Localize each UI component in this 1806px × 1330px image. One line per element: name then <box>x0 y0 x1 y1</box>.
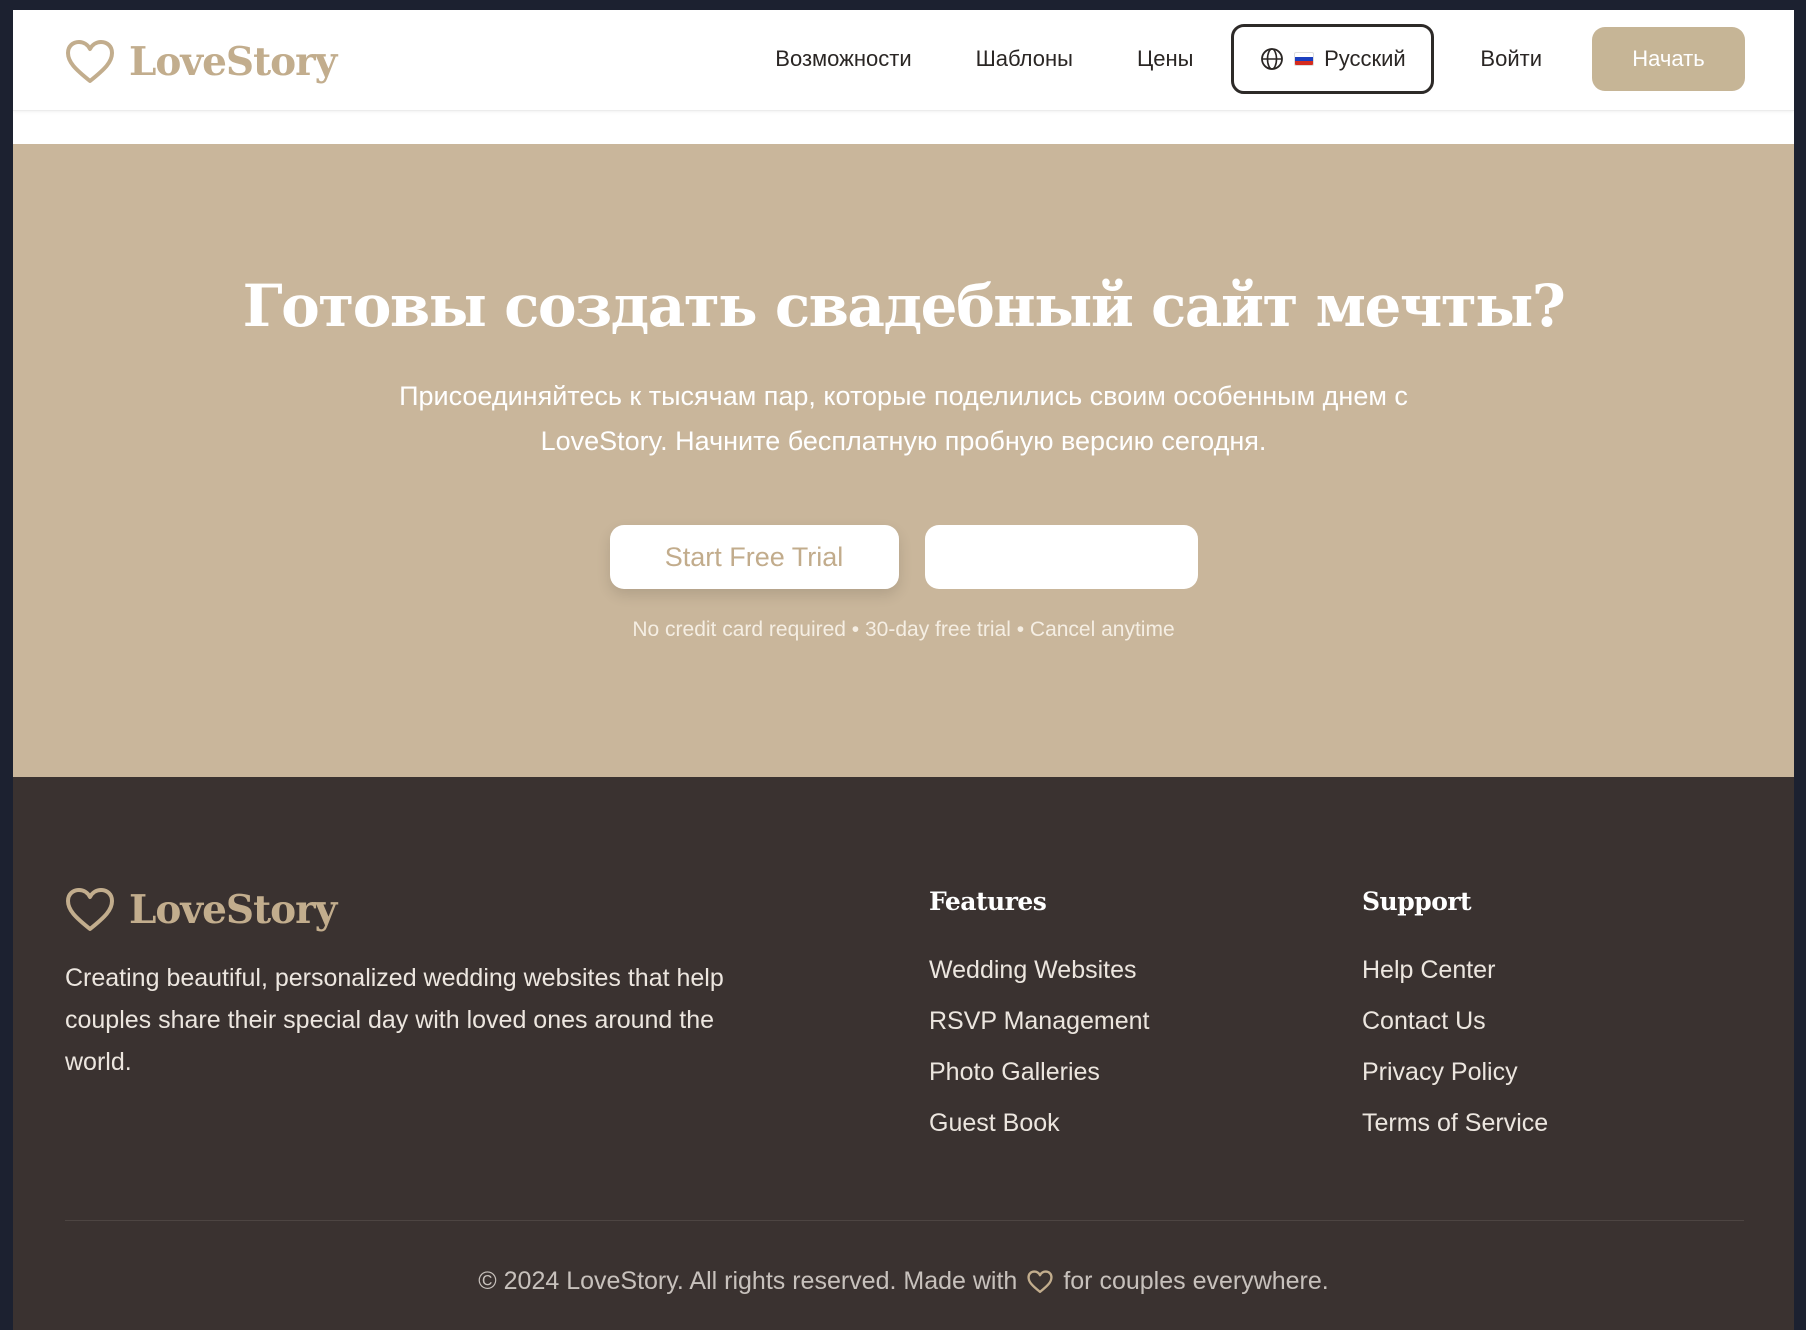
nav-templates[interactable]: Шаблоны <box>944 24 1105 94</box>
copyright-text-after: for couples everywhere. <box>1063 1267 1329 1295</box>
footer-link-privacy-policy[interactable]: Privacy Policy <box>1362 1047 1548 1098</box>
footer-support-column: Support Help Center Contact Us Privacy P… <box>1362 887 1548 1149</box>
footer-divider <box>65 1220 1744 1221</box>
nav-features[interactable]: Возможности <box>743 24 943 94</box>
footer-copyright: © 2024 LoveStory. All rights reserved. M… <box>13 1267 1794 1296</box>
secondary-cta-button[interactable] <box>924 525 1198 589</box>
footer-link-contact-us[interactable]: Contact Us <box>1362 996 1548 1047</box>
globe-icon <box>1261 48 1283 70</box>
footer-support-title: Support <box>1362 887 1472 916</box>
footer-logo[interactable]: LoveStory <box>65 887 337 933</box>
footer-brand-name: LoveStory <box>129 887 337 933</box>
get-started-button[interactable]: Начать <box>1592 27 1745 91</box>
main-nav: Возможности Шаблоны Цены Русский Войти Н… <box>743 24 1745 94</box>
cta-note: No credit card required • 30-day free tr… <box>632 618 1175 641</box>
footer-features-title: Features <box>929 887 1047 916</box>
site-header: LoveStory Возможности Шаблоны Цены Русск… <box>13 10 1794 111</box>
footer-link-photo-galleries[interactable]: Photo Galleries <box>929 1047 1150 1098</box>
heart-icon <box>66 888 114 931</box>
copyright-text-before: © 2024 LoveStory. All rights reserved. M… <box>478 1267 1018 1295</box>
site-footer: LoveStory Creating beautiful, personaliz… <box>13 777 1794 1330</box>
brand-name: LoveStory <box>129 39 337 85</box>
header-logo[interactable]: LoveStory <box>65 36 337 88</box>
heart-icon <box>1027 1269 1053 1293</box>
footer-link-guest-book[interactable]: Guest Book <box>929 1098 1150 1149</box>
footer-description: Creating beautiful, personalized wedding… <box>65 964 724 1076</box>
login-link[interactable]: Войти <box>1448 24 1574 94</box>
heart-icon <box>66 40 114 83</box>
cta-buttons: Start Free Trial <box>13 525 1794 589</box>
russian-flag-icon <box>1294 52 1315 66</box>
footer-link-rsvp-management[interactable]: RSVP Management <box>929 996 1150 1047</box>
footer-link-terms-of-service[interactable]: Terms of Service <box>1362 1098 1548 1149</box>
footer-features-column: Features Wedding Websites RSVP Managemen… <box>929 887 1150 1149</box>
browser-viewport: LoveStory Возможности Шаблоны Цены Русск… <box>13 10 1794 1330</box>
footer-link-wedding-websites[interactable]: Wedding Websites <box>929 945 1150 996</box>
language-selector[interactable]: Русский <box>1231 24 1435 94</box>
start-free-trial-button[interactable]: Start Free Trial <box>609 525 899 589</box>
nav-pricing[interactable]: Цены <box>1105 24 1225 94</box>
language-label: Русский <box>1324 46 1406 71</box>
cta-section: Готовы создать свадебный сайт мечты? При… <box>13 144 1794 777</box>
cta-title: Готовы создать свадебный сайт мечты? <box>242 272 1566 340</box>
cta-subtitle: Присоединяйтесь к тысячам пар, которые п… <box>399 381 1408 456</box>
footer-link-help-center[interactable]: Help Center <box>1362 945 1548 996</box>
